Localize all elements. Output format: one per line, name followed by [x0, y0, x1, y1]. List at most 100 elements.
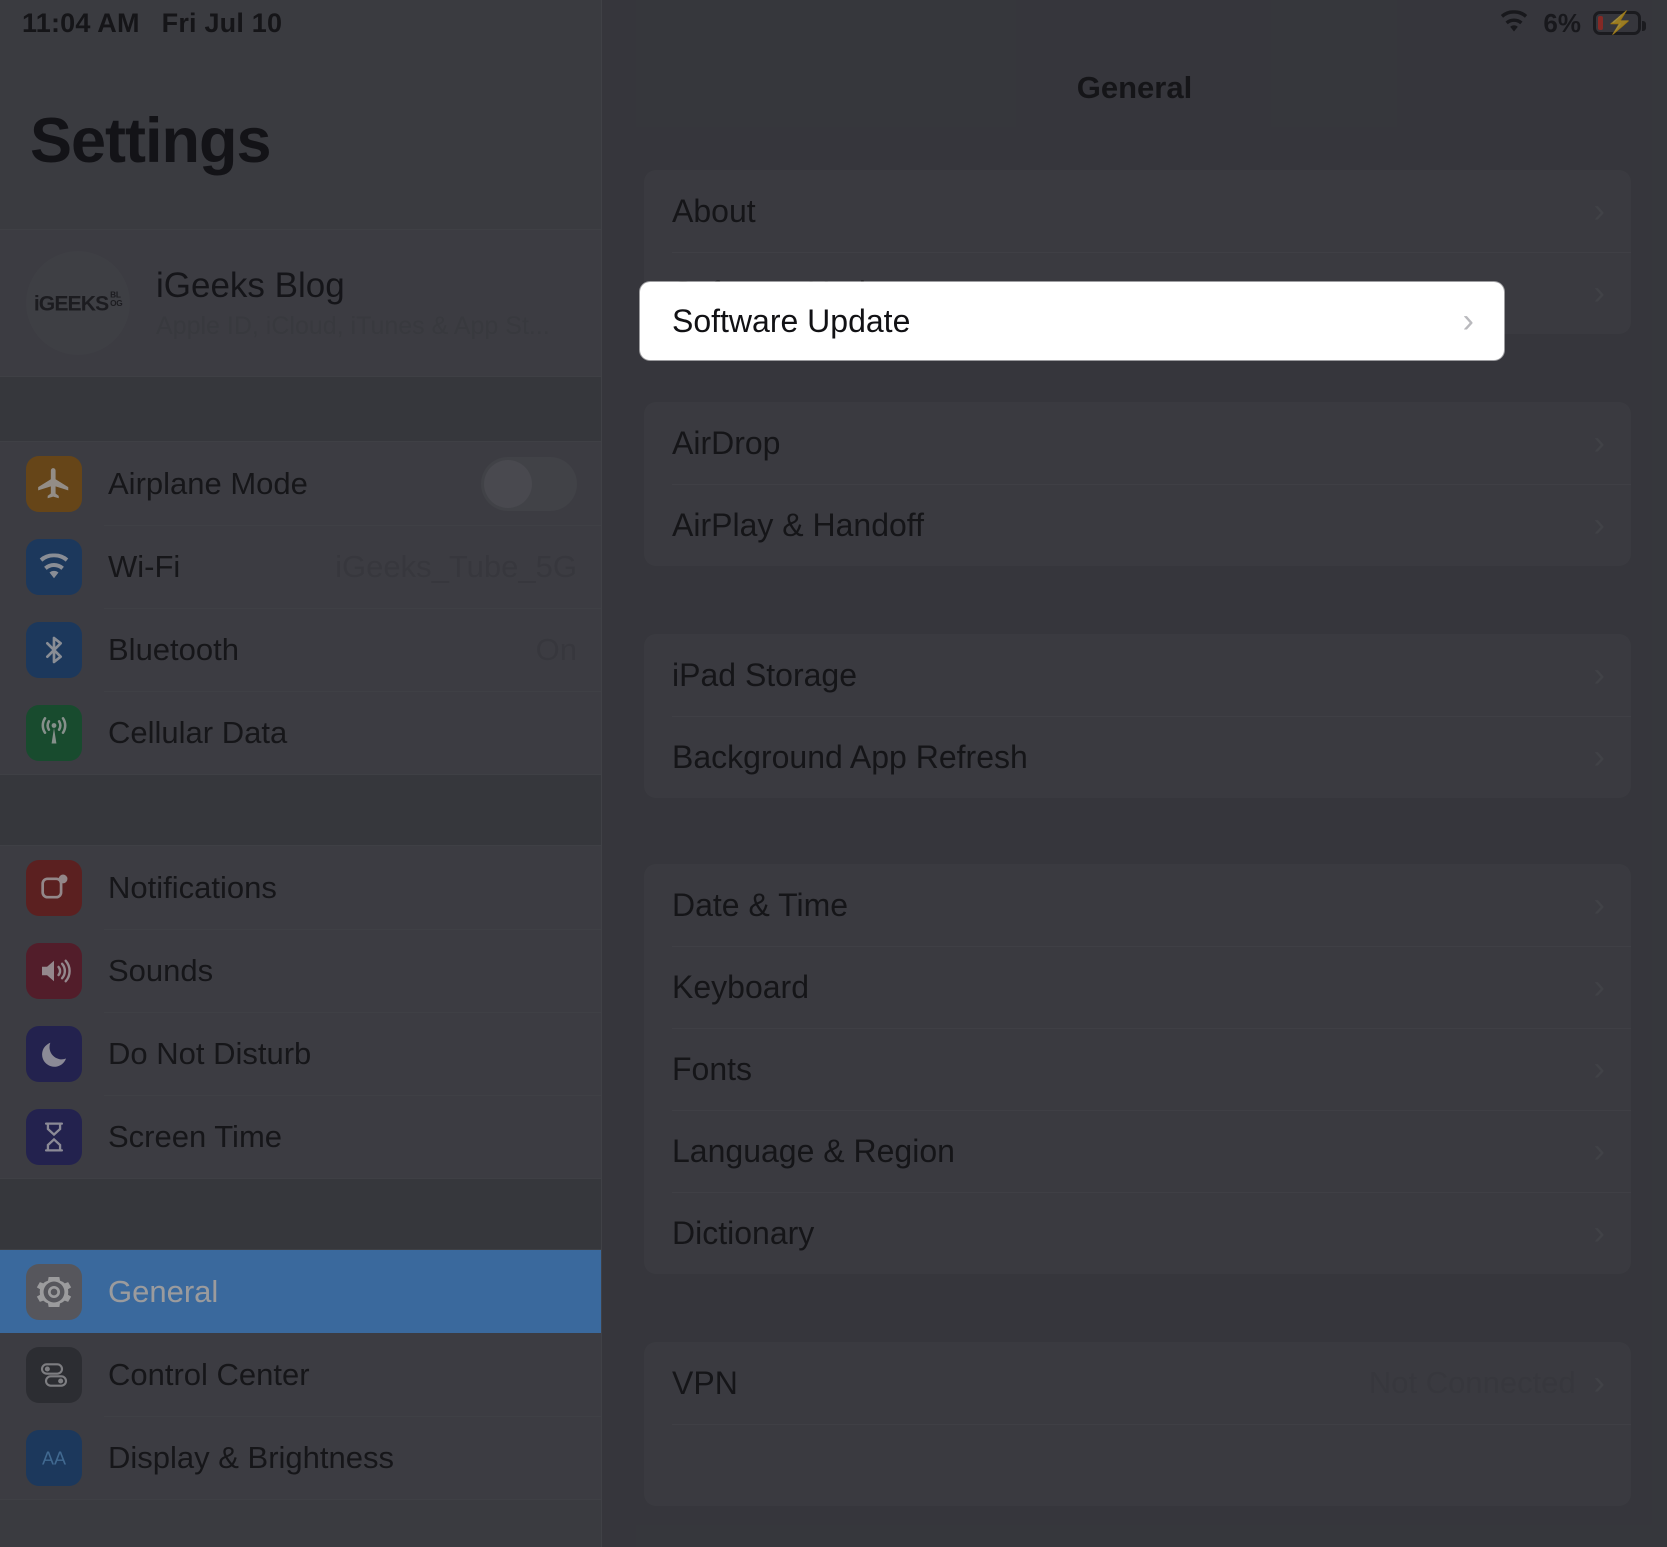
content-spacer-2 — [602, 566, 1667, 634]
sidebar-item-label: Display & Brightness — [108, 1440, 394, 1476]
row-fonts[interactable]: Fonts › — [644, 1028, 1631, 1110]
display-brightness-icon: AA — [26, 1430, 82, 1486]
general-detail-panel: General About › Software Update › AirDro… — [602, 0, 1667, 1547]
row-label: Background App Refresh — [672, 739, 1028, 776]
status-bar-date: Fri Jul 10 — [162, 8, 283, 39]
sidebar-item-airplane-mode[interactable]: Airplane Mode — [0, 442, 601, 525]
row-vpn[interactable]: VPN Not Connected › — [644, 1342, 1631, 1424]
sidebar-gap-2 — [0, 775, 601, 845]
toggle-knob — [484, 460, 532, 508]
sidebar-item-value: On — [536, 632, 577, 668]
status-bar: 11:04 AM Fri Jul 10 6% ⚡ — [0, 0, 1667, 46]
sidebar-item-label: Sounds — [108, 953, 213, 989]
sidebar-item-control-center[interactable]: Control Center — [0, 1333, 601, 1416]
sounds-icon — [26, 943, 82, 999]
row-software-update-highlighted[interactable]: Software Update › — [640, 282, 1504, 360]
chevron-right-icon: › — [1594, 740, 1605, 774]
profile-name: iGeeks Blog — [156, 266, 550, 306]
sidebar-group-alerts: Notifications Sounds Do Not Disturb Scre… — [0, 845, 601, 1179]
battery-icon: ⚡ — [1593, 11, 1641, 35]
bluetooth-icon — [26, 622, 82, 678]
row-label: About — [672, 193, 756, 230]
row-vpn-filler — [644, 1424, 1631, 1506]
ipad-settings-screen: Settings iGEEKS BL OG iGeeks Blog Apple … — [0, 0, 1667, 1547]
row-label: Software Update — [672, 303, 910, 340]
sidebar-item-do-not-disturb[interactable]: Do Not Disturb — [0, 1012, 601, 1095]
profile-subtitle: Apple ID, iCloud, iTunes & App St... — [156, 312, 550, 341]
settings-sidebar: Settings iGEEKS BL OG iGeeks Blog Apple … — [0, 0, 602, 1547]
chevron-right-icon: › — [1594, 658, 1605, 692]
chevron-right-icon: › — [1463, 304, 1474, 338]
control-center-icon — [26, 1347, 82, 1403]
wifi-icon — [1497, 8, 1531, 39]
content-group-localization: Date & Time › Keyboard › Fonts › Languag… — [644, 864, 1631, 1274]
sidebar-item-wifi[interactable]: Wi-Fi iGeeks_Tube_5G — [0, 525, 601, 608]
sidebar-item-label: Airplane Mode — [108, 466, 308, 502]
sidebar-item-screen-time[interactable]: Screen Time — [0, 1095, 601, 1178]
sidebar-gap-1 — [0, 377, 601, 441]
content-group-airdrop: AirDrop › AirPlay & Handoff › — [644, 402, 1631, 566]
row-about[interactable]: About › — [644, 170, 1631, 252]
sidebar-item-cellular-data[interactable]: Cellular Data — [0, 691, 601, 774]
row-label: Language & Region — [672, 1133, 955, 1170]
sidebar-item-bluetooth[interactable]: Bluetooth On — [0, 608, 601, 691]
row-language-region[interactable]: Language & Region › — [644, 1110, 1631, 1192]
sidebar-item-label: General — [108, 1274, 218, 1310]
gear-icon — [26, 1264, 82, 1320]
sidebar-item-label: Do Not Disturb — [108, 1036, 311, 1072]
content-spacer-top — [602, 106, 1667, 170]
avatar-logo-mark: iGEEKS BL OG — [34, 291, 123, 316]
row-ipad-storage[interactable]: iPad Storage › — [644, 634, 1631, 716]
sidebar-item-label: Notifications — [108, 870, 277, 906]
row-keyboard[interactable]: Keyboard › — [644, 946, 1631, 1028]
sidebar-item-label: Bluetooth — [108, 632, 239, 668]
chevron-right-icon: › — [1594, 970, 1605, 1004]
row-airplay-handoff[interactable]: AirPlay & Handoff › — [644, 484, 1631, 566]
battery-fill — [1598, 16, 1603, 30]
charging-bolt-icon: ⚡ — [1606, 12, 1633, 34]
apple-id-profile-row[interactable]: iGEEKS BL OG iGeeks Blog Apple ID, iClou… — [0, 229, 601, 377]
cellular-icon — [26, 705, 82, 761]
row-airdrop[interactable]: AirDrop › — [644, 402, 1631, 484]
chevron-right-icon: › — [1594, 276, 1605, 310]
sidebar-group-connectivity: Airplane Mode Wi-Fi iGeeks_Tube_5G Bluet… — [0, 441, 601, 775]
airplane-icon — [26, 456, 82, 512]
row-label: Keyboard — [672, 969, 809, 1006]
chevron-right-icon: › — [1594, 1052, 1605, 1086]
sidebar-gap-3 — [0, 1179, 601, 1249]
avatar-logo-small-bottom: OG — [110, 299, 122, 307]
status-bar-time: 11:04 AM — [22, 8, 140, 39]
row-label: Fonts — [672, 1051, 752, 1088]
sidebar-item-label: Screen Time — [108, 1119, 282, 1155]
sidebar-item-display-brightness[interactable]: AA Display & Brightness — [0, 1416, 601, 1499]
row-label: Date & Time — [672, 887, 848, 924]
sidebar-item-label: Control Center — [108, 1357, 310, 1393]
content-group-storage: iPad Storage › Background App Refresh › — [644, 634, 1631, 798]
content-group-vpn: VPN Not Connected › — [644, 1342, 1631, 1506]
hourglass-icon — [26, 1109, 82, 1165]
wifi-icon — [26, 539, 82, 595]
sidebar-item-label: Cellular Data — [108, 715, 287, 751]
row-label: Dictionary — [672, 1215, 814, 1252]
svg-text:AA: AA — [42, 1448, 66, 1468]
row-label: iPad Storage — [672, 657, 857, 694]
row-label: AirPlay & Handoff — [672, 507, 924, 544]
sidebar-item-general[interactable]: General — [0, 1250, 601, 1333]
sidebar-item-value: iGeeks_Tube_5G — [335, 549, 577, 585]
chevron-right-icon: › — [1594, 194, 1605, 228]
battery-percent: 6% — [1543, 8, 1581, 39]
row-label: AirDrop — [672, 425, 780, 462]
chevron-right-icon: › — [1594, 1216, 1605, 1250]
row-date-time[interactable]: Date & Time › — [644, 864, 1631, 946]
moon-icon — [26, 1026, 82, 1082]
sidebar-item-sounds[interactable]: Sounds — [0, 929, 601, 1012]
sidebar-item-label: Wi-Fi — [108, 549, 180, 585]
airplane-mode-toggle[interactable] — [481, 457, 577, 511]
row-dictionary[interactable]: Dictionary › — [644, 1192, 1631, 1274]
avatar-logo-main: iGEEKS — [34, 291, 108, 316]
row-background-app-refresh[interactable]: Background App Refresh › — [644, 716, 1631, 798]
chevron-right-icon: › — [1594, 426, 1605, 460]
sidebar-item-notifications[interactable]: Notifications — [0, 846, 601, 929]
notifications-icon — [26, 860, 82, 916]
content-spacer-4 — [602, 1274, 1667, 1342]
